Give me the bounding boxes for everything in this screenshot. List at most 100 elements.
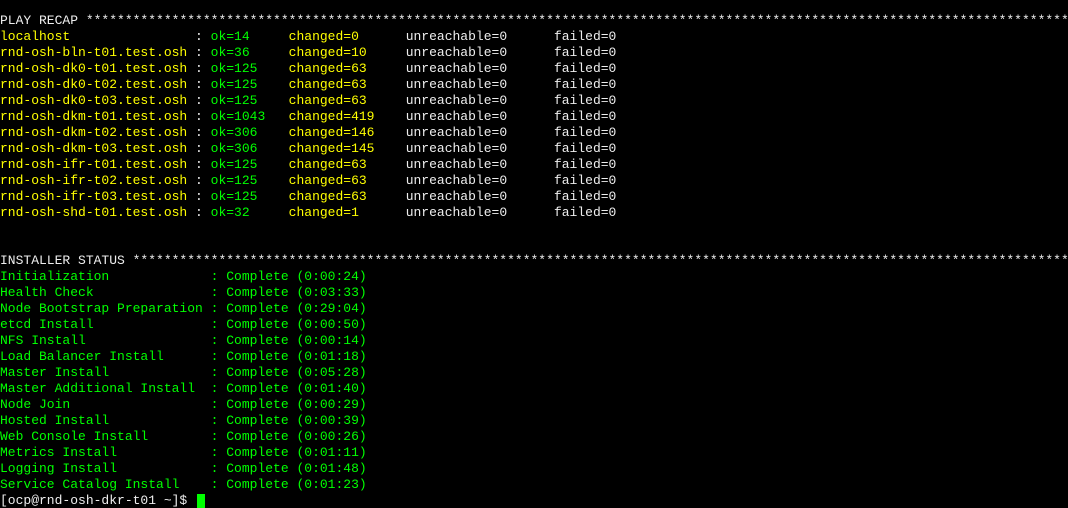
recap-failed-11: failed=0 <box>554 205 616 220</box>
stage-status-2: Complete <box>226 301 296 316</box>
recap-ok-8: ok=125 <box>211 157 266 172</box>
recap-unreachable-10: unreachable=0 <box>406 189 531 204</box>
recap-colon-1: : <box>195 45 211 60</box>
stage-colon-2: : <box>211 301 227 316</box>
recap-changed-5: changed=419 <box>289 109 383 124</box>
recap-colon-11: : <box>195 205 211 220</box>
recap-changed-11: changed=1 <box>289 205 383 220</box>
recap-changed-7: changed=145 <box>289 141 383 156</box>
recap-changed-8: changed=63 <box>289 157 383 172</box>
recap-host-2: rnd-osh-dk0-t01.test.osh <box>0 61 195 76</box>
recap-ok-10: ok=125 <box>211 189 266 204</box>
stage-time-13: (0:01:23) <box>296 477 366 492</box>
recap-failed-10: failed=0 <box>554 189 616 204</box>
recap-host-8: rnd-osh-ifr-t01.test.osh <box>0 157 195 172</box>
recap-failed-7: failed=0 <box>554 141 616 156</box>
recap-colon-10: : <box>195 189 211 204</box>
terminal-output: PLAY RECAP *****************************… <box>0 13 1068 508</box>
recap-ok-3: ok=125 <box>211 77 266 92</box>
recap-colon-8: : <box>195 157 211 172</box>
stage-colon-0: : <box>211 269 227 284</box>
recap-ok-0: ok=14 <box>211 29 266 44</box>
recap-unreachable-3: unreachable=0 <box>406 77 531 92</box>
recap-changed-1: changed=10 <box>289 45 383 60</box>
play-recap-header: PLAY RECAP <box>0 13 86 28</box>
stage-colon-12: : <box>211 461 227 476</box>
recap-unreachable-0: unreachable=0 <box>406 29 531 44</box>
recap-host-7: rnd-osh-dkm-t03.test.osh <box>0 141 195 156</box>
recap-host-4: rnd-osh-dk0-t03.test.osh <box>0 93 195 108</box>
recap-ok-9: ok=125 <box>211 173 266 188</box>
stage-colon-4: : <box>211 333 227 348</box>
stage-status-9: Complete <box>226 413 296 428</box>
stage-status-3: Complete <box>226 317 296 332</box>
stage-name-9: Hosted Install <box>0 413 211 428</box>
recap-changed-4: changed=63 <box>289 93 383 108</box>
stage-status-13: Complete <box>226 477 296 492</box>
stage-name-0: Initialization <box>0 269 211 284</box>
stage-status-7: Complete <box>226 381 296 396</box>
stage-time-11: (0:01:11) <box>296 445 366 460</box>
recap-ok-1: ok=36 <box>211 45 266 60</box>
recap-ok-2: ok=125 <box>211 61 266 76</box>
recap-changed-9: changed=63 <box>289 173 383 188</box>
stage-name-5: Load Balancer Install <box>0 349 211 364</box>
stage-time-12: (0:01:48) <box>296 461 366 476</box>
stage-status-10: Complete <box>226 429 296 444</box>
cursor-icon <box>197 494 205 508</box>
recap-colon-4: : <box>195 93 211 108</box>
stage-colon-7: : <box>211 381 227 396</box>
stage-time-1: (0:03:33) <box>296 285 366 300</box>
stage-time-2: (0:29:04) <box>296 301 366 316</box>
stage-time-8: (0:00:29) <box>296 397 366 412</box>
recap-colon-6: : <box>195 125 211 140</box>
recap-failed-9: failed=0 <box>554 173 616 188</box>
recap-ok-11: ok=32 <box>211 205 266 220</box>
stage-name-7: Master Additional Install <box>0 381 211 396</box>
stage-colon-11: : <box>211 445 227 460</box>
recap-unreachable-1: unreachable=0 <box>406 45 531 60</box>
stage-status-12: Complete <box>226 461 296 476</box>
stage-colon-8: : <box>211 397 227 412</box>
recap-colon-7: : <box>195 141 211 156</box>
recap-unreachable-9: unreachable=0 <box>406 173 531 188</box>
recap-ok-5: ok=1043 <box>211 109 266 124</box>
recap-unreachable-8: unreachable=0 <box>406 157 531 172</box>
stage-name-8: Node Join <box>0 397 211 412</box>
play-recap-stars: ****************************************… <box>86 13 1068 28</box>
recap-unreachable-11: unreachable=0 <box>406 205 531 220</box>
recap-colon-2: : <box>195 61 211 76</box>
recap-host-6: rnd-osh-dkm-t02.test.osh <box>0 125 195 140</box>
installer-status-stars: ****************************************… <box>133 253 1068 268</box>
stage-status-11: Complete <box>226 445 296 460</box>
stage-colon-9: : <box>211 413 227 428</box>
stage-name-6: Master Install <box>0 365 211 380</box>
recap-ok-7: ok=306 <box>211 141 266 156</box>
stage-name-4: NFS Install <box>0 333 211 348</box>
recap-host-5: rnd-osh-dkm-t01.test.osh <box>0 109 195 124</box>
stage-time-0: (0:00:24) <box>296 269 366 284</box>
stage-colon-3: : <box>211 317 227 332</box>
stage-name-2: Node Bootstrap Preparation <box>0 301 211 316</box>
stage-time-5: (0:01:18) <box>296 349 366 364</box>
stage-status-6: Complete <box>226 365 296 380</box>
stage-time-6: (0:05:28) <box>296 365 366 380</box>
recap-host-10: rnd-osh-ifr-t03.test.osh <box>0 189 195 204</box>
recap-unreachable-4: unreachable=0 <box>406 93 531 108</box>
stage-status-5: Complete <box>226 349 296 364</box>
recap-ok-6: ok=306 <box>211 125 266 140</box>
recap-failed-5: failed=0 <box>554 109 616 124</box>
recap-host-9: rnd-osh-ifr-t02.test.osh <box>0 173 195 188</box>
stage-name-11: Metrics Install <box>0 445 211 460</box>
stage-time-10: (0:00:26) <box>296 429 366 444</box>
recap-failed-0: failed=0 <box>554 29 616 44</box>
stage-name-3: etcd Install <box>0 317 211 332</box>
stage-status-4: Complete <box>226 333 296 348</box>
recap-changed-6: changed=146 <box>289 125 383 140</box>
stage-status-0: Complete <box>226 269 296 284</box>
recap-failed-3: failed=0 <box>554 77 616 92</box>
shell-prompt[interactable]: [ocp@rnd-osh-dkr-t01 ~]$ <box>0 493 195 508</box>
recap-changed-10: changed=63 <box>289 189 383 204</box>
recap-changed-0: changed=0 <box>289 29 383 44</box>
recap-host-3: rnd-osh-dk0-t02.test.osh <box>0 77 195 92</box>
